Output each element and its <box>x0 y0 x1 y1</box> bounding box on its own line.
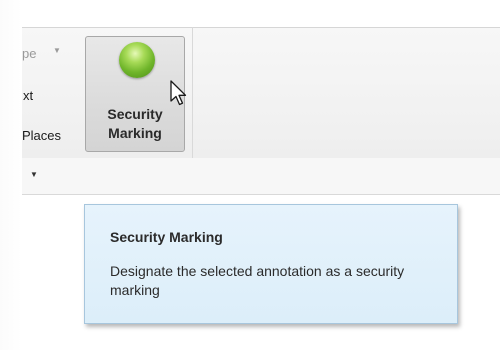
cropped-dropdown-label[interactable]: pe <box>22 46 36 61</box>
security-marking-label-line2: Marking <box>108 125 162 141</box>
tooltip-title: Security Marking <box>110 229 223 245</box>
cropped-text-button-label[interactable]: xt <box>23 88 33 103</box>
cropped-places-button-label[interactable]: Places <box>22 128 61 143</box>
security-marking-label-line1: Security <box>107 106 163 122</box>
security-marking-tooltip: Security Marking Designate the selected … <box>84 204 458 324</box>
panel-expand-caret-icon[interactable]: ▼ <box>30 170 38 179</box>
tooltip-description: Designate the selected annotation as a s… <box>110 263 405 298</box>
green-orb-icon <box>119 42 155 78</box>
dropdown-caret-icon[interactable]: ▼ <box>53 46 61 55</box>
left-edge-fade <box>0 0 22 350</box>
mouse-cursor-icon <box>170 80 187 106</box>
ribbon-secondary-bar <box>22 158 500 195</box>
